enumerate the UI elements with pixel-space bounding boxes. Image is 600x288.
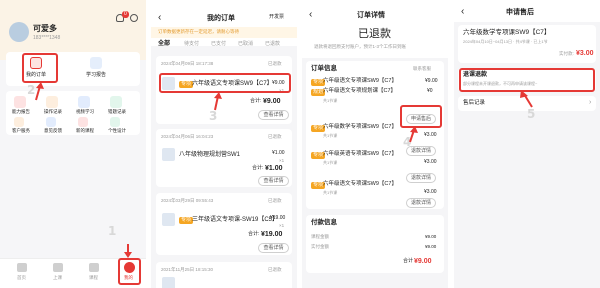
screen-profile: 可爱多 183****1348 0 我的订单 学习报告 能力报告 操作记录 视频… — [0, 0, 146, 288]
annotation-arrows — [520, 90, 533, 108]
arrow-4-head — [410, 126, 418, 133]
screen-order-detail: ‹ 订单详情 已退款 退款将退回原支付账户，预计1-3个工作日到账 订单信息 联… — [302, 0, 448, 288]
arrow-3-head — [214, 92, 222, 99]
annotation-arrows — [35, 82, 132, 258]
screen-my-orders: ‹ 我的订单 开发票 订单数据更新存在一定延迟，请耐心等待 全部 待支付 已支付… — [151, 0, 297, 288]
arrow-2-head — [36, 82, 44, 89]
arrow-1-head — [124, 252, 132, 258]
screen-after-sale: ‹ 申请售后 六年级数学专项课SW9【C7】 2024年04月10日~04月13… — [454, 0, 600, 288]
annotation-arrows — [409, 126, 418, 143]
annotation-arrows — [214, 92, 222, 111]
